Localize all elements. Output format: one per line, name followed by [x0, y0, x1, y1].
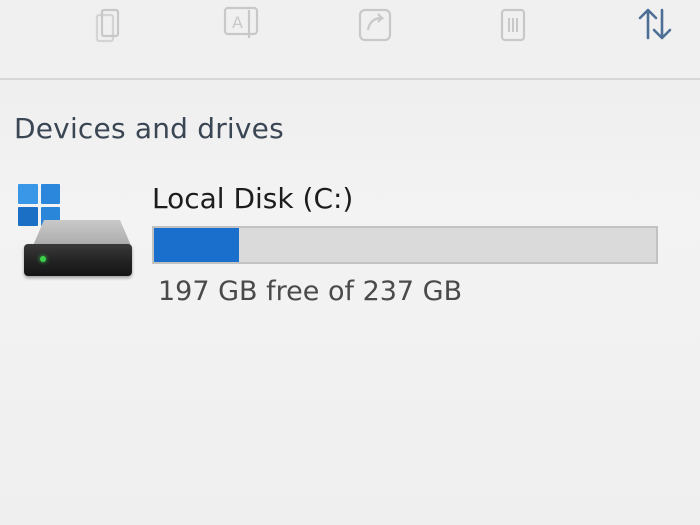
drive-usage-fill [154, 228, 240, 262]
copy-icon [95, 8, 120, 43]
sort-icon [638, 8, 672, 40]
drive-name: Local Disk (C:) [152, 182, 354, 215]
command-bar: A [0, 0, 700, 80]
drive-activity-led [40, 256, 46, 262]
drive-usage-bar [152, 226, 658, 264]
drive-tile-c[interactable]: Local Disk (C:) 197 GB free of 237 GB [14, 176, 674, 316]
trash-icon [500, 8, 526, 42]
svg-text:A: A [232, 13, 243, 32]
file-explorer-this-pc: A Devices and drives Local Disk (C:) 197… [0, 0, 700, 525]
drive-free-space: 197 GB free of 237 GB [158, 276, 463, 307]
section-title: Devices and drives [14, 112, 284, 145]
rename-button[interactable]: A [212, 0, 272, 48]
sort-button[interactable] [626, 0, 686, 48]
share-button[interactable] [346, 0, 406, 48]
hard-drive-icon [14, 176, 136, 280]
rename-icon: A [223, 6, 259, 38]
delete-button[interactable] [482, 0, 542, 48]
windows-logo-icon [18, 184, 60, 226]
share-icon [358, 8, 392, 42]
copy-button[interactable] [80, 0, 140, 48]
